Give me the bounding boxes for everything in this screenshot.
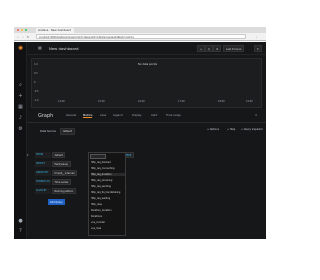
help-icon[interactable]: ? [17, 228, 24, 235]
dropdown-item[interactable]: vus_max [91, 227, 125, 230]
bell-icon[interactable]: ♪ [17, 115, 24, 122]
add-query-button[interactable]: Add Query [48, 199, 65, 205]
tab-alert[interactable]: Alert [151, 114, 157, 117]
x-tick: 16:00 [138, 100, 145, 103]
options-button[interactable]: + Options [207, 128, 219, 131]
refresh-button[interactable]: ↻ [254, 45, 263, 52]
address-bar-row: ‹ › ↻ localhost:3000/dashboard/new?orgId… [14, 33, 266, 40]
query-label: ALIAS BY [35, 188, 51, 194]
query-label: FORMAT AS [35, 179, 51, 185]
dashboard-title[interactable]: New dashboard [49, 46, 79, 51]
dashboard-grid-icon[interactable]: ▦ [38, 45, 42, 50]
dropdown-item[interactable]: http_req_tls_handshaking [91, 191, 125, 194]
tab-display[interactable]: Display [132, 114, 142, 117]
close-window-icon[interactable] [17, 29, 19, 31]
reload-icon[interactable]: ↻ [26, 35, 30, 39]
grafana-logo-icon[interactable]: ✺ [17, 45, 24, 52]
x-tick: 17:00 [178, 100, 185, 103]
search-icon[interactable]: ⌕ [17, 82, 24, 89]
query-inspector-button[interactable]: + Query Inspector [241, 128, 263, 131]
settings-button[interactable]: ⚙ [213, 45, 222, 52]
no-data-message: No data points [138, 63, 157, 66]
add-panel-button[interactable]: + [197, 45, 206, 52]
tab-time-range[interactable]: Time range [166, 114, 181, 117]
tab-legend[interactable]: Legend [113, 114, 123, 117]
collapse-icon[interactable]: ▾ [27, 153, 31, 157]
back-icon[interactable]: ‹ [16, 35, 20, 39]
tab-axes[interactable]: Axes [100, 114, 106, 117]
tab-metrics[interactable]: Metrics [83, 114, 93, 118]
minimize-window-icon[interactable] [21, 29, 23, 31]
x-tick: 15:00 [98, 100, 105, 103]
y-tick: 0.5 [34, 72, 38, 75]
help-button[interactable]: + Help [227, 128, 235, 131]
menu-icon[interactable]: ⋮ [254, 35, 258, 39]
save-button[interactable]: ⎘ [205, 45, 214, 52]
y-tick: -1.0 [34, 99, 39, 102]
dashboards-icon[interactable]: ▦ [17, 104, 24, 111]
plus-icon[interactable]: + [17, 93, 24, 100]
x-tick: 14:00 [58, 100, 65, 103]
dropdown-item[interactable]: http_req_sending [91, 185, 125, 188]
y-tick: 1.0 [34, 63, 38, 66]
editor-title: Graph [38, 113, 54, 119]
query-value[interactable]: default [52, 152, 66, 158]
query-value[interactable]: time($__interval) [52, 170, 78, 176]
query-value[interactable]: field(value) [52, 161, 71, 167]
user-avatar[interactable]: ● [17, 218, 24, 225]
graph-panel[interactable]: No data points 1.0 0.5 0 -0.5 -1.0 14:00… [31, 58, 262, 108]
dropdown-item[interactable]: iterations [91, 215, 125, 218]
forward-icon[interactable]: › [21, 35, 25, 39]
x-tick: 18:00 [218, 100, 225, 103]
query-value[interactable]: Naming pattern [52, 188, 76, 194]
query-value[interactable]: Time series [52, 179, 71, 185]
close-icon[interactable]: ✕ [255, 114, 257, 117]
top-navbar: ▦ New dashboard + ⎘ ⚙ Last 6 hours ↻ [27, 42, 266, 55]
measurement-dropdown[interactable]: http_req_blocked http_req_connecting htt… [88, 152, 126, 236]
url-input[interactable]: localhost:3000/dashboard/new?orgId=1&pan… [36, 34, 246, 39]
datasource-select[interactable]: default [59, 128, 75, 135]
dropdown-item[interactable]: http_req_receiving [91, 179, 125, 182]
divider [27, 122, 266, 123]
query-label: SELECT [35, 161, 51, 167]
maximize-window-icon[interactable] [25, 29, 27, 31]
x-tick: 19:00 [246, 100, 253, 103]
dropdown-item[interactable]: http_req_connecting [91, 167, 125, 170]
y-tick: 0 [34, 81, 36, 84]
browser-chrome: Grafana - New dashboard ‹ › ↻ localhost:… [14, 27, 266, 41]
y-tick: -0.5 [34, 90, 39, 93]
dropdown-item[interactable]: http_req_waiting [91, 197, 125, 200]
tab-general[interactable]: General [66, 114, 76, 117]
dropdown-item[interactable]: http_reqs [91, 203, 125, 206]
time-range-picker[interactable]: Last 6 hours [223, 45, 245, 52]
query-label: GROUP BY [35, 170, 51, 176]
sidebar: ✺ ⌕ + ▦ ♪ ⚙ ● ? [14, 42, 27, 239]
grafana-app: ✺ ⌕ + ▦ ♪ ⚙ ● ? ▦ New dashboard + ⎘ ⚙ La… [14, 42, 266, 239]
dropdown-search-input[interactable] [90, 154, 106, 159]
dropdown-item[interactable]: iteration_duration [91, 209, 125, 212]
dropdown-item[interactable]: http_req_duration [91, 173, 125, 176]
gear-icon[interactable]: ⚙ [17, 126, 24, 133]
datasource-label: Data Source [40, 129, 56, 133]
query-label: FROM [35, 152, 51, 158]
dropdown-item[interactable]: vus_counter [91, 221, 125, 224]
datasource-row: Data Source default [40, 128, 75, 135]
dropdown-item[interactable]: http_req_blocked [91, 161, 125, 164]
